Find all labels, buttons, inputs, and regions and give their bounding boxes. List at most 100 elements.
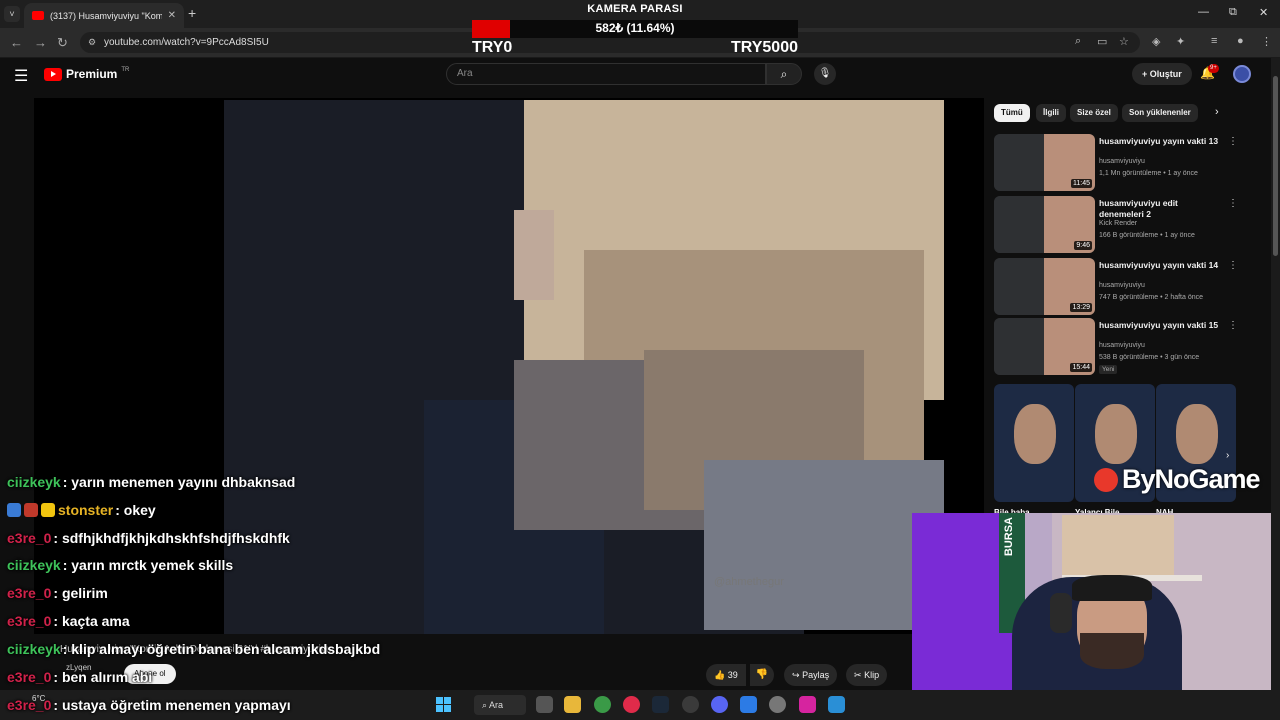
task-view-icon[interactable] — [536, 696, 553, 713]
recommendation-thumbnail[interactable]: 9:46 — [994, 196, 1095, 253]
new-tab-button[interactable]: + — [188, 5, 196, 21]
chip-1[interactable]: İlgili — [1036, 104, 1066, 122]
notepad-icon[interactable] — [828, 696, 845, 713]
clip-label: Klip — [864, 670, 880, 680]
more-options-icon[interactable]: ⋮ — [1228, 198, 1238, 209]
recommendation-channel[interactable]: husamviyuviyu — [1099, 158, 1145, 165]
forward-icon[interactable]: → — [34, 35, 47, 50]
tab-search-button[interactable]: ˅ — [4, 6, 20, 22]
chat-message: stonster: okey — [7, 502, 156, 518]
more-options-icon[interactable]: ⋮ — [1228, 136, 1238, 147]
close-tab-icon[interactable]: ✕ — [168, 10, 176, 21]
steam-icon[interactable] — [652, 696, 669, 713]
recommendation-item[interactable]: 9:46 husamviyuviyu edit denemeleri 2 Kick … — [994, 196, 1238, 254]
recommendation-item[interactable]: 11:45 husamviyuviyu yayın vakti 13 husamvi… — [994, 134, 1238, 192]
search-button[interactable]: ⌕ — [766, 63, 802, 85]
thumbnail-left — [994, 258, 1044, 315]
short-thumbnail[interactable] — [994, 384, 1074, 502]
file-explorer-icon[interactable] — [564, 696, 581, 713]
search-input[interactable]: Ara — [446, 63, 766, 85]
dislike-button[interactable]: 👎 — [750, 664, 774, 686]
more-options-icon[interactable]: ⋮ — [1228, 260, 1238, 271]
create-button[interactable]: + Oluştur — [1132, 63, 1192, 85]
account-avatar[interactable] — [1233, 65, 1251, 83]
settings-gear-icon[interactable] — [769, 696, 786, 713]
video-player[interactable]: @ahmethegur — [34, 98, 984, 634]
site-info-icon[interactable]: ⚙ — [88, 32, 96, 53]
chat-username: e3re_0 — [7, 697, 52, 713]
duration-badge: 15:44 — [1070, 363, 1092, 372]
close-window-button[interactable]: ✕ — [1259, 6, 1268, 19]
webcam-microphone — [1050, 593, 1072, 633]
browser-menu-icon[interactable]: ⋮ — [1261, 35, 1272, 48]
recommendation-channel[interactable]: husamviyuviyu — [1099, 282, 1145, 289]
reading-list-icon[interactable]: ≡ — [1211, 35, 1217, 47]
chat-username: stonster — [58, 502, 114, 518]
chip-0[interactable]: Tümü — [994, 104, 1030, 122]
short-face — [1095, 404, 1137, 464]
app-icon[interactable] — [740, 696, 757, 713]
app-icon[interactable] — [682, 696, 699, 713]
chat-badge-icon — [7, 503, 21, 517]
cast-icon[interactable]: ▭ — [1097, 35, 1107, 48]
chips-next-chevron-icon[interactable]: › — [1215, 106, 1219, 118]
recommendation-item[interactable]: 13:29 husamviyuviyu yayın vakti 14 husamvi… — [994, 258, 1238, 316]
url-text: youtube.com/watch?v=9PccAd8SI5U — [104, 37, 269, 48]
profile-icon[interactable]: ● — [1237, 35, 1244, 47]
instagram-icon[interactable] — [799, 696, 816, 713]
notification-badge: 9+ — [1208, 64, 1219, 73]
chip-2[interactable]: Size özel — [1070, 104, 1118, 122]
extensions-puzzle-icon[interactable]: ✦ — [1176, 35, 1185, 48]
bookmark-star-icon[interactable]: ☆ — [1119, 35, 1129, 48]
hamburger-menu-icon[interactable]: ☰ — [14, 66, 28, 86]
new-badge: Yeni — [1099, 365, 1118, 374]
shorts-next-chevron-icon[interactable]: › — [1226, 450, 1240, 464]
recommendation-item[interactable]: 15:44 husamviyuviyu yayın vakti 15 husamvi… — [994, 318, 1238, 376]
sponsor-watermark: ByNoGame — [1122, 464, 1261, 494]
page-scrollbar[interactable] — [1271, 58, 1280, 690]
reload-icon[interactable]: ↻ — [57, 35, 68, 51]
more-options-icon[interactable]: ⋮ — [1228, 320, 1238, 331]
recommendation-channel[interactable]: husamviyuviyu — [1099, 342, 1145, 349]
scissors-icon: ✂ — [854, 670, 862, 680]
create-label: Oluştur — [1149, 69, 1182, 79]
tab-title: (3137) Husamviyuviyu "Komik A — [50, 10, 162, 21]
zoom-icon[interactable]: ⌕ — [1075, 35, 1081, 48]
short-face — [1176, 404, 1218, 464]
clip-button[interactable]: ✂ Klip — [846, 664, 888, 686]
chat-message: ciizkeyk: yarın menemen yayını dhbaknsad — [7, 474, 295, 490]
youtube-logo[interactable]: Premium TR — [44, 67, 129, 81]
recommendation-thumbnail[interactable]: 11:45 — [994, 134, 1095, 191]
recommendation-thumbnail[interactable]: 13:29 — [994, 258, 1095, 315]
extension-icon[interactable]: ◈ — [1152, 35, 1160, 48]
recommendation-meta: 1,1 Mn görüntüleme • 1 ay önce — [1099, 170, 1198, 177]
share-button[interactable]: ↪ Paylaş — [784, 664, 838, 686]
chat-badge-icon — [41, 503, 55, 517]
recommendation-channel[interactable]: Kick Render — [1099, 220, 1137, 227]
chat-username: e3re_0 — [7, 669, 52, 685]
back-icon[interactable]: ← — [10, 35, 23, 50]
restore-button[interactable]: ⧉ — [1229, 6, 1237, 19]
chat-username: e3re_0 — [7, 613, 52, 629]
media-app-icon[interactable] — [623, 696, 640, 713]
recommendation-thumbnail[interactable]: 15:44 — [994, 318, 1095, 375]
video-watermark: @ahmethegur — [714, 576, 784, 588]
recommendation-title[interactable]: husamviyuviyu yayın vakti 13 — [1099, 136, 1224, 147]
recommendation-title[interactable]: husamviyuviyu edit denemeleri 2 — [1099, 198, 1224, 220]
taskbar-search[interactable]: ⌕ Ara — [474, 695, 526, 715]
thumbs-down-icon: 👎 — [755, 669, 769, 680]
browser-tab[interactable]: (3137) Husamviyuviyu "Komik A ✕ — [24, 3, 184, 28]
windows-start-icon[interactable] — [436, 697, 451, 712]
minimize-button[interactable]: — — [1198, 6, 1209, 18]
recommendation-title[interactable]: husamviyuviyu yayın vakti 15 — [1099, 320, 1224, 331]
voice-search-button[interactable]: 🎙 — [814, 63, 836, 85]
discord-icon[interactable] — [711, 696, 728, 713]
chip-3[interactable]: Son yüklenenler — [1122, 104, 1198, 122]
bynogame-logo-icon — [1094, 468, 1118, 492]
like-button[interactable]: 👍 39 — [706, 664, 746, 686]
chat-message: e3re_0: sdfhjkhdfjkhjkdhskhfshdjfhskdhfk — [7, 530, 290, 546]
chrome-icon[interactable] — [594, 696, 611, 713]
recommendation-title[interactable]: husamviyuviyu yayın vakti 14 — [1099, 260, 1224, 271]
chat-message: e3re_0: ustaya öğretim menemen yapmayı — [7, 697, 291, 713]
chat-badge-icon — [24, 503, 38, 517]
